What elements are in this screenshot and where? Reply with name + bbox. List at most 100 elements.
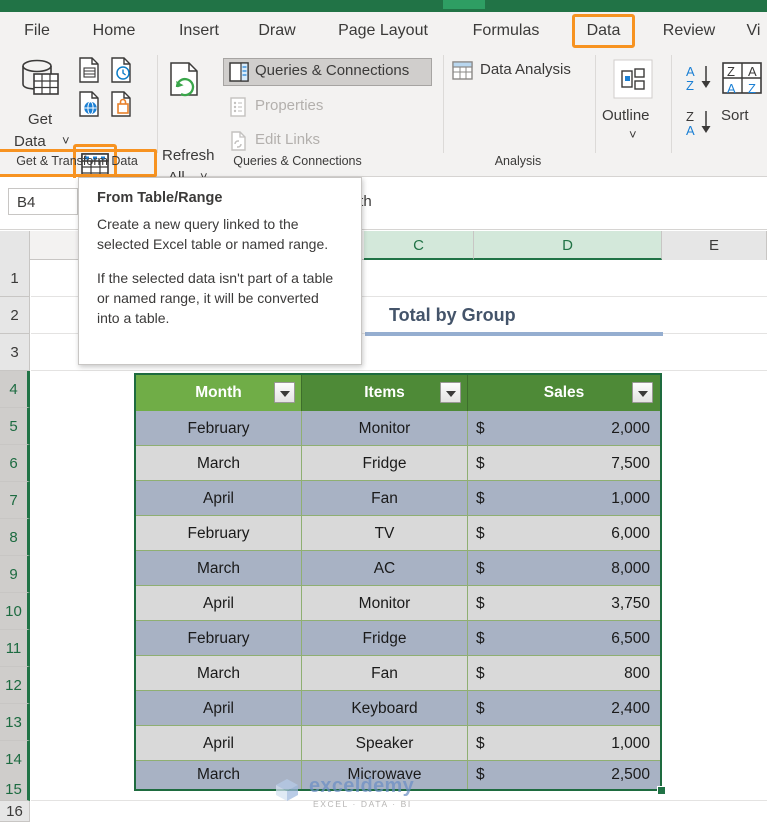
- data-analysis-icon: [452, 61, 473, 80]
- table-cell-month[interactable]: March: [136, 446, 302, 481]
- tooltip-title: From Table/Range: [97, 190, 223, 206]
- table-cell-sales[interactable]: $7,500: [468, 446, 660, 481]
- table-cell-sales[interactable]: $2,400: [468, 691, 660, 726]
- row-header-15[interactable]: 15: [0, 771, 30, 801]
- name-box[interactable]: B4: [8, 188, 78, 215]
- table-cell-month[interactable]: March: [136, 551, 302, 586]
- table-cell-sales[interactable]: $3,750: [468, 586, 660, 621]
- table-cell-sales[interactable]: $6,000: [468, 516, 660, 551]
- currency-symbol: $: [476, 560, 485, 577]
- tab-review[interactable]: Review: [650, 17, 728, 45]
- table-cell-month[interactable]: April: [136, 726, 302, 761]
- table-cell-items[interactable]: Monitor: [302, 586, 468, 621]
- row-header-2[interactable]: 2: [0, 297, 30, 334]
- table-cell-month[interactable]: February: [136, 411, 302, 446]
- table-cell-sales[interactable]: $1,000: [468, 726, 660, 761]
- excel-table[interactable]: Month Items Sales February Monitor $2,00…: [134, 373, 662, 791]
- fill-handle[interactable]: [657, 786, 666, 795]
- row-header-1[interactable]: 1: [0, 260, 30, 297]
- tab-insert[interactable]: Insert: [168, 17, 230, 45]
- sales-value: 6,000: [611, 525, 650, 542]
- sales-value: 7,500: [611, 455, 650, 472]
- table-cell-items[interactable]: Keyboard: [302, 691, 468, 726]
- row-header-11[interactable]: 11: [0, 630, 30, 667]
- row-header-4[interactable]: 4: [0, 371, 30, 408]
- watermark-tagline: EXCEL · DATA · BI: [313, 799, 412, 809]
- currency-symbol: $: [476, 420, 485, 437]
- tab-view[interactable]: Vi: [740, 17, 767, 45]
- table-cell-sales[interactable]: $2,000: [468, 411, 660, 446]
- row-header-7[interactable]: 7: [0, 482, 30, 519]
- table-cell-month[interactable]: April: [136, 586, 302, 621]
- tab-page-layout[interactable]: Page Layout: [324, 17, 442, 45]
- get-data-label-line1: Get: [28, 111, 53, 128]
- currency-symbol: $: [476, 455, 485, 472]
- row-header-9[interactable]: 9: [0, 556, 30, 593]
- column-header-c[interactable]: C: [364, 231, 474, 260]
- table-cell-sales[interactable]: $8,000: [468, 551, 660, 586]
- edit-links-label[interactable]: Edit Links: [255, 131, 320, 148]
- outline-label: Outline: [602, 107, 650, 124]
- group-label-get-transform: Get & Transform Data: [16, 154, 138, 168]
- table-cell-month[interactable]: April: [136, 481, 302, 516]
- sales-value: 2,500: [611, 766, 650, 783]
- from-text-csv-icon[interactable]: [78, 57, 100, 83]
- properties-label[interactable]: Properties: [255, 97, 323, 114]
- table-cell-items[interactable]: Monitor: [302, 411, 468, 446]
- table-cell-items[interactable]: Fan: [302, 656, 468, 691]
- tab-home[interactable]: Home: [78, 17, 150, 45]
- table-cell-items[interactable]: TV: [302, 516, 468, 551]
- table-cell-items[interactable]: Fridge: [302, 446, 468, 481]
- row-header-13[interactable]: 13: [0, 704, 30, 741]
- table-cell-month[interactable]: April: [136, 691, 302, 726]
- row-header-3[interactable]: 3: [0, 334, 30, 371]
- group-separator-4: [671, 55, 672, 153]
- table-cell-items[interactable]: Fridge: [302, 621, 468, 656]
- table-cell-items[interactable]: AC: [302, 551, 468, 586]
- table-cell-sales[interactable]: $6,500: [468, 621, 660, 656]
- sort-asc-letter-bottom: Z: [686, 78, 694, 93]
- watermark: exceldemy EXCEL · DATA · BI: [265, 775, 465, 819]
- sort-grid-letter-tr: A: [748, 64, 757, 79]
- group-label-queries-connections: Queries & Connections: [233, 154, 362, 168]
- title-bar-chip: [443, 0, 485, 9]
- tab-data[interactable]: Data: [572, 14, 635, 48]
- sales-value: 6,500: [611, 630, 650, 647]
- outline-caret-icon[interactable]: ˅: [629, 127, 637, 142]
- filter-dropdown-sales[interactable]: [632, 382, 653, 403]
- from-web-icon[interactable]: [78, 91, 100, 117]
- sales-value: 8,000: [611, 560, 650, 577]
- table-cell-sales[interactable]: $2,500: [468, 761, 660, 789]
- tab-file[interactable]: File: [14, 17, 60, 45]
- table-cell-month[interactable]: February: [136, 516, 302, 551]
- row-header-12[interactable]: 12: [0, 667, 30, 704]
- filter-dropdown-month[interactable]: [274, 382, 295, 403]
- tab-draw[interactable]: Draw: [246, 17, 308, 45]
- tab-formulas[interactable]: Formulas: [458, 17, 554, 45]
- table-cell-items[interactable]: Fan: [302, 481, 468, 516]
- row-header-16[interactable]: 16: [0, 801, 30, 822]
- data-analysis-label[interactable]: Data Analysis: [480, 61, 571, 78]
- select-all-button[interactable]: [0, 231, 30, 485]
- get-data-caret-icon[interactable]: ˅: [62, 133, 70, 148]
- column-header-e[interactable]: E: [662, 231, 767, 260]
- currency-symbol: $: [476, 630, 485, 647]
- sales-value: 1,000: [611, 735, 650, 752]
- row-header-6[interactable]: 6: [0, 445, 30, 482]
- row-header-10[interactable]: 10: [0, 593, 30, 630]
- row-header-8[interactable]: 8: [0, 519, 30, 556]
- from-recent-sources-icon[interactable]: [110, 57, 132, 83]
- from-other-sources-icon[interactable]: [110, 91, 132, 117]
- table-cell-sales[interactable]: $1,000: [468, 481, 660, 516]
- outline-icon: [613, 59, 653, 99]
- gridline: [31, 370, 767, 371]
- table-cell-month[interactable]: March: [136, 656, 302, 691]
- column-header-d[interactable]: D: [474, 231, 662, 260]
- table-cell-sales[interactable]: $800: [468, 656, 660, 691]
- refresh-all-icon[interactable]: [165, 61, 211, 111]
- get-data-label-line2: Data: [14, 133, 46, 150]
- row-header-5[interactable]: 5: [0, 408, 30, 445]
- table-cell-month[interactable]: February: [136, 621, 302, 656]
- filter-dropdown-items[interactable]: [440, 382, 461, 403]
- table-cell-items[interactable]: Speaker: [302, 726, 468, 761]
